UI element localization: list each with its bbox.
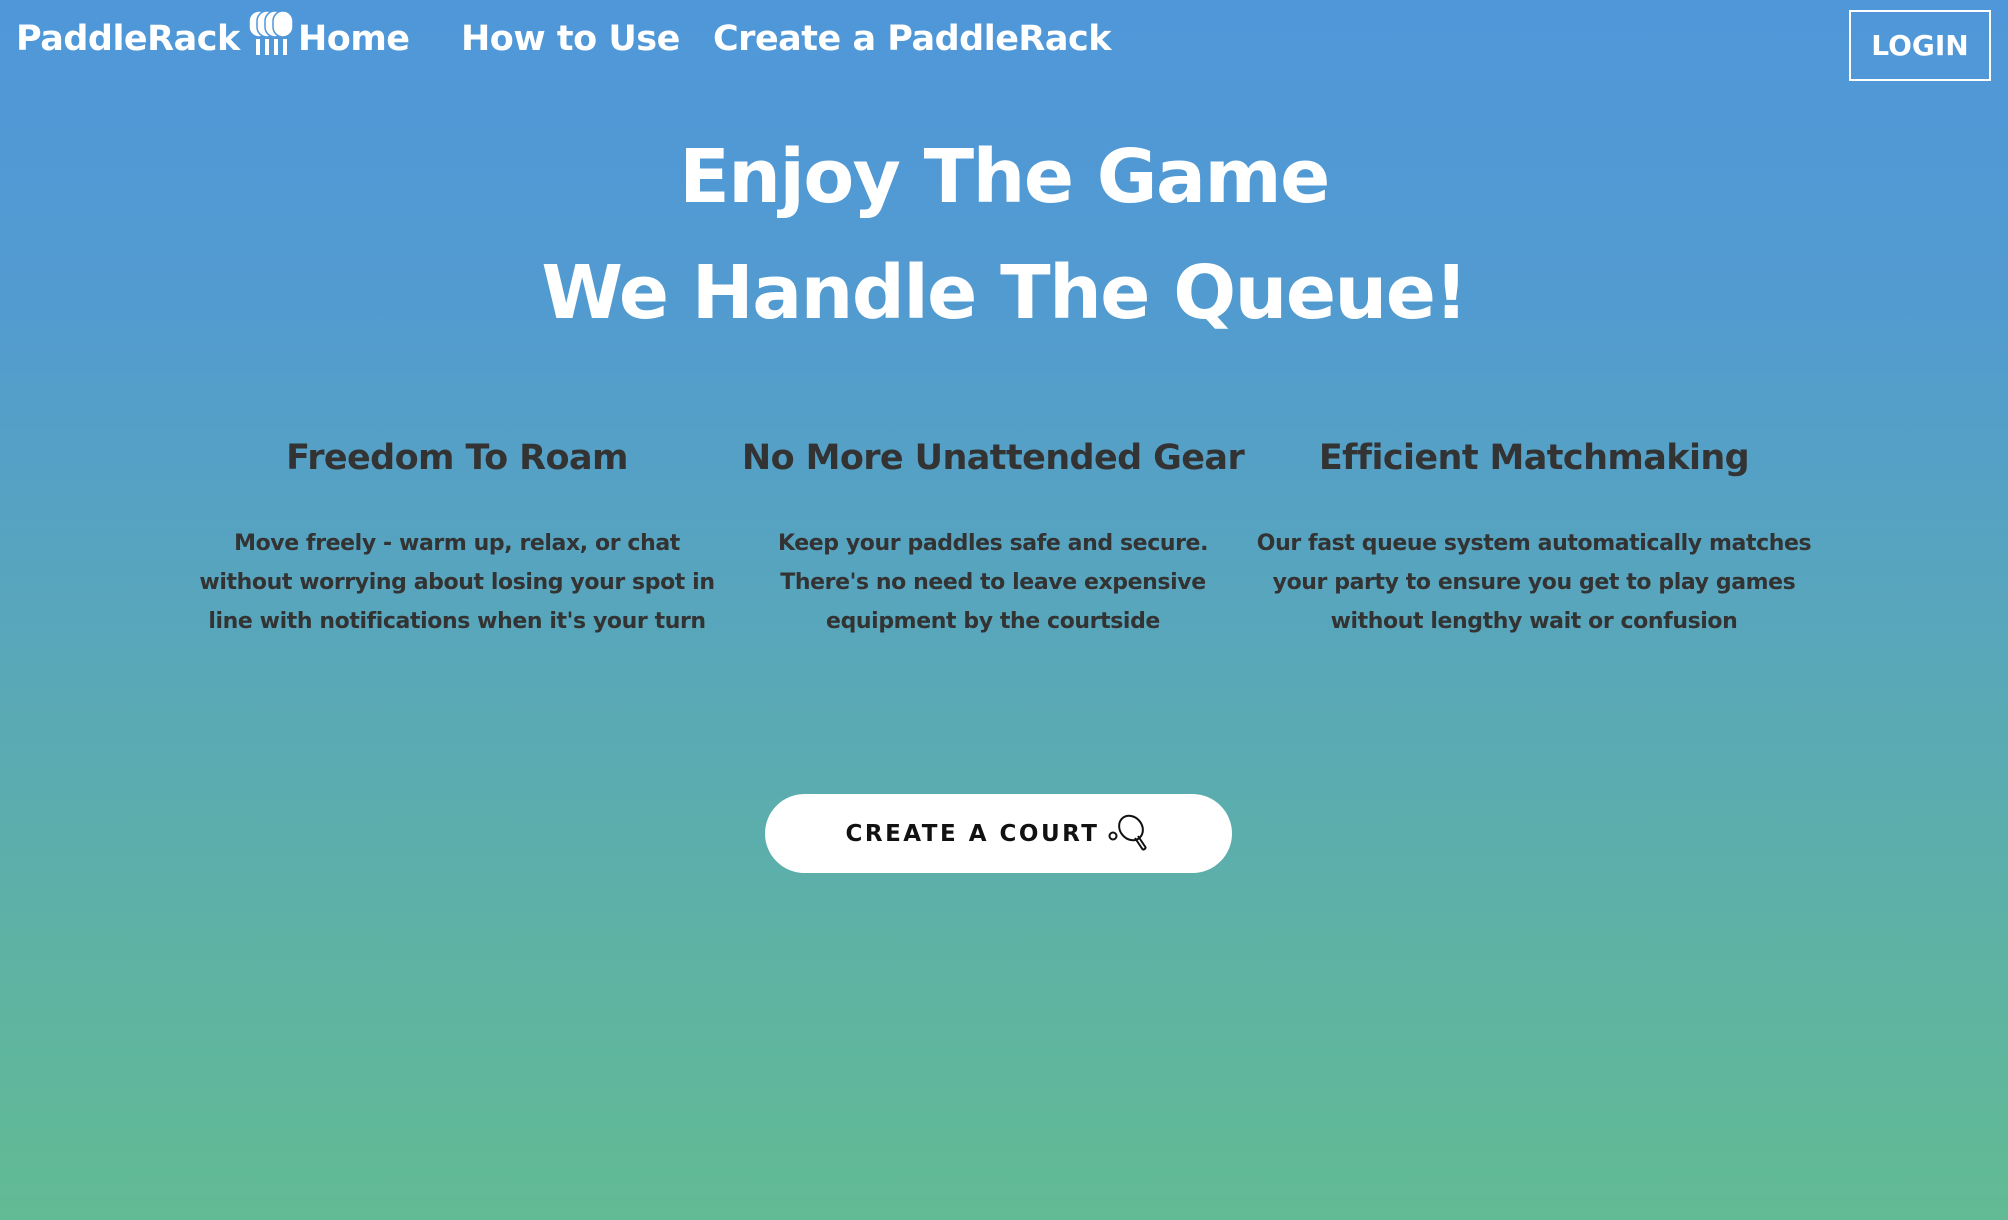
paddle-rack-logo-icon — [246, 7, 298, 61]
brand-name: PaddleRack — [16, 19, 240, 59]
feature-description: Move freely - warm up, relax, or chat wi… — [199, 531, 715, 634]
hero-subheadline: We Handle The Queue! — [541, 250, 1468, 336]
create-court-button[interactable]: CREATE A COURT — [765, 794, 1232, 873]
feature-no-unattended-gear: No More Unattended Gear Keep your paddle… — [733, 430, 1253, 641]
feature-freedom-to-roam: Freedom To Roam Move freely - warm up, r… — [195, 430, 719, 641]
feature-title: No More Unattended Gear — [741, 438, 1245, 478]
top-navbar: PaddleRack Home How to Use Create a Padd… — [0, 0, 2008, 90]
feature-title: Efficient Matchmaking — [1318, 438, 1750, 478]
feature-description: Keep your paddles safe and secure. There… — [777, 531, 1209, 634]
login-button[interactable]: LOGIN — [1849, 10, 1991, 81]
feature-title: Freedom To Roam — [286, 438, 628, 478]
hero-headline: Enjoy The Game — [679, 134, 1330, 220]
nav-link-home[interactable]: Home — [298, 14, 410, 64]
nav-link-create-paddlerack[interactable]: Create a PaddleRack — [713, 14, 1112, 64]
feature-description: Our fast queue system automatically matc… — [1256, 531, 1812, 634]
nav-link-how-to-use[interactable]: How to Use — [461, 14, 680, 64]
feature-efficient-matchmaking: Efficient Matchmaking Our fast queue sys… — [1254, 430, 1814, 641]
create-court-label: CREATE A COURT — [845, 820, 1100, 847]
brand-link[interactable]: PaddleRack — [16, 10, 298, 64]
pickleball-paddle-icon — [1104, 810, 1152, 862]
